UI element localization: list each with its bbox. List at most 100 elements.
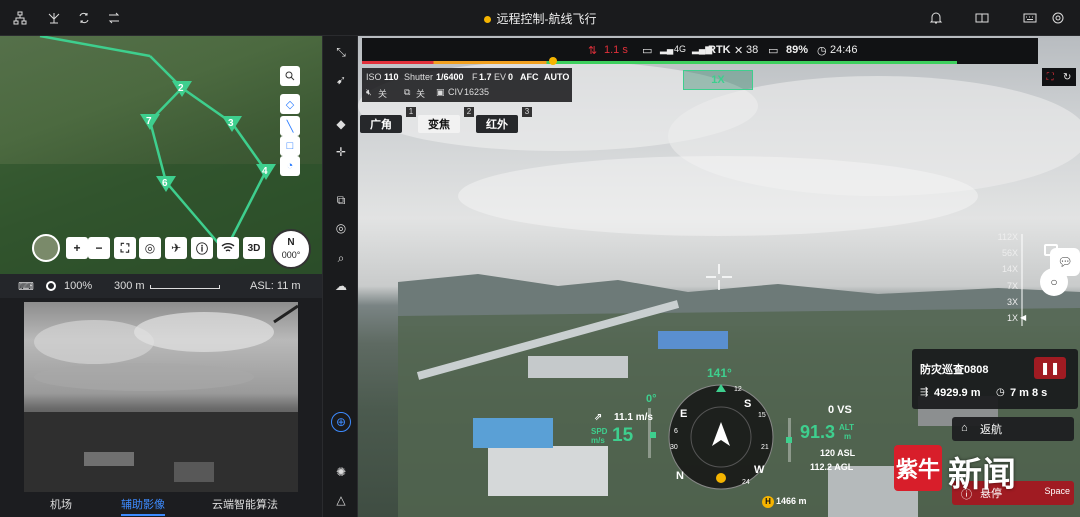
flight-progress — [362, 61, 957, 64]
rtk-count: 38 — [746, 44, 759, 56]
line-tool-icon[interactable]: ╲ — [280, 116, 300, 136]
ar-icon[interactable]: ⊕ — [331, 412, 351, 432]
top-bar: 远程控制-航线飞行 — [0, 0, 1080, 36]
lens-wide-button[interactable]: 广角 — [360, 115, 402, 133]
left-panel: 2 3 7 6 4 ◇ ╲ □ ◔ + − ⛶ ◎ ✈ ⓘ 3D N 000° … — [0, 36, 322, 517]
keyboard-icon[interactable] — [1020, 8, 1040, 28]
map-scale: 300 m — [114, 280, 145, 292]
ai-detect-icon[interactable]: ⧉ — [331, 190, 351, 210]
wind-icon: ⇗ — [594, 412, 603, 423]
bell-icon[interactable] — [926, 8, 946, 28]
title-text: 远程控制-航线飞行 — [496, 12, 597, 26]
home-marker-icon — [549, 57, 557, 65]
record-icon[interactable]: ⛶ — [1047, 72, 1054, 83]
altitude: 91.3 — [800, 422, 836, 442]
wifi-icon[interactable] — [217, 237, 239, 259]
watermark-text: 新闻 — [948, 455, 1016, 495]
pin-tool-icon[interactable]: ◇ — [280, 94, 300, 114]
view-3d-button[interactable]: 3D — [243, 237, 265, 259]
map-compass[interactable]: N 000° — [271, 229, 311, 269]
map-view[interactable]: 2 3 7 6 4 ◇ ╲ □ ◔ + − ⛶ ◎ ✈ ⓘ 3D N 000° — [0, 36, 322, 274]
layout-icon[interactable] — [972, 8, 992, 28]
tool-strip: ⤡ ➹ ◆ ✛ ⧉ ◎ ⌕ ☁ ⊕ ✺ △ — [322, 36, 358, 517]
mission-eta: 7 m 8 s — [1010, 387, 1048, 399]
pause-icon[interactable]: ❚❚ — [1034, 357, 1066, 379]
main-camera-view[interactable]: ⇅ 1.1 s ▭ ▂▄ 4G ▂▄▆ RTK ✕ 38 ▭ 89% ◷ 24:… — [358, 36, 1080, 517]
gimbal-pitch: 0° — [646, 393, 657, 405]
news-watermark: 紫牛 新闻 — [894, 445, 1074, 495]
settings-icon[interactable] — [1048, 8, 1068, 28]
alt-label: ALT — [839, 423, 854, 432]
refresh-icon[interactable]: ↻ — [1063, 72, 1071, 83]
chat-icon[interactable]: 💬︎ — [1050, 248, 1080, 276]
signal-bars-icon: ▂▄ — [660, 44, 674, 54]
return-home-label: 返航 — [980, 424, 1002, 436]
snapshot-icon: ⧉ — [404, 87, 411, 97]
ai-track-icon[interactable]: ➹ — [331, 70, 351, 90]
zoom-tick[interactable]: 14X — [988, 264, 1018, 274]
zoom-tick[interactable]: 56X — [988, 248, 1018, 258]
map-search-icon[interactable] — [280, 66, 300, 86]
zoom-pointer-icon[interactable]: ◀ — [1020, 313, 1026, 322]
altitude-indicator — [786, 437, 792, 443]
fit-view-icon[interactable]: ⛶ — [114, 237, 136, 259]
tab-aux-image[interactable]: 辅助影像 — [121, 496, 165, 516]
shutter-value: 1/6400 — [436, 72, 464, 82]
lens-ir-hotkey: 3 — [522, 107, 532, 117]
pin-icon[interactable]: ◆ — [331, 114, 351, 134]
shutter-label: Shutter — [404, 72, 434, 82]
map-asl: ASL: 11 m — [250, 280, 301, 292]
mute-icon: 🔇︎ — [366, 87, 372, 97]
zoom-out-button[interactable]: − — [88, 237, 110, 259]
flight-time: 24:46 — [830, 44, 858, 56]
tab-cloud-ai[interactable]: 云端智能算法 — [212, 496, 278, 512]
home-icon: H — [762, 496, 774, 508]
waypoint-label: 3 — [228, 118, 234, 129]
exposure-mode: AUTO — [544, 72, 570, 82]
home-distance: 1466 m — [776, 496, 807, 506]
return-icon: ⌂ — [961, 422, 968, 434]
focus-mode: AFC — [520, 72, 539, 82]
zoom-tick[interactable]: 7X — [988, 281, 1018, 291]
mission-card[interactable]: 防灾巡查0808 ❚❚ ⇶ 4929.9 m ◷ 7 m 8 s — [912, 349, 1078, 409]
wind-speed: 11.1 m/s — [614, 412, 653, 423]
timer-icon: ◷ — [996, 387, 1005, 398]
target-icon[interactable]: ◎ — [331, 218, 351, 238]
area-tool-icon[interactable]: □ — [280, 136, 300, 156]
return-home-button[interactable]: ⌂ 返航 — [952, 417, 1074, 441]
delay-icon: ⇅ — [588, 45, 598, 57]
zoom-level-badge[interactable]: 1X — [683, 70, 753, 90]
avatar[interactable] — [32, 234, 60, 262]
lens-zoom-button[interactable]: 变焦 — [418, 115, 460, 133]
expand-icon[interactable]: ⤡ — [331, 42, 351, 62]
tab-airport[interactable]: 机场 — [50, 496, 72, 512]
zoom-tick[interactable]: 1X — [988, 313, 1018, 323]
iso-label: ISO — [366, 72, 382, 82]
mission-distance: 4929.9 m — [934, 387, 981, 399]
aircraft-icon[interactable]: ✈ — [165, 237, 187, 259]
auxiliary-feed[interactable] — [24, 302, 298, 492]
circle-tool-icon[interactable]: ◔ — [280, 156, 300, 176]
locate-icon[interactable]: ◎ — [139, 237, 161, 259]
cloud-icon[interactable]: ☁ — [331, 276, 351, 296]
horizontal-speed: 15 — [612, 425, 634, 446]
light-icon[interactable]: ✺ — [331, 462, 351, 482]
info-icon[interactable]: ⓘ — [191, 237, 213, 259]
zoom-tick[interactable]: 112X — [988, 232, 1018, 242]
clock-icon: ◷ — [817, 45, 827, 57]
alt-unit: m — [844, 432, 852, 441]
waypoint-label: 4 — [262, 166, 268, 177]
battery-icon: ▭ — [768, 45, 779, 57]
scale-bar — [150, 285, 220, 289]
lens-ir-button[interactable]: 红外 — [476, 115, 518, 133]
camera-params: ISO 110 Shutter 1/6400 F 1.7 EV 0 AFC AU… — [362, 68, 572, 102]
zoom-ring-icon — [46, 281, 56, 291]
agl-value: 112.2 AGL — [810, 462, 854, 472]
view-toggle[interactable]: ⛶ ↻ — [1042, 68, 1076, 86]
zoom-in-button[interactable]: + — [66, 237, 88, 259]
search-zoom-icon[interactable]: ⌕ — [331, 248, 351, 268]
keyboard-mini-icon[interactable]: ⌨ — [18, 280, 34, 293]
zoom-tick[interactable]: 3X — [988, 297, 1018, 307]
crosshair-target-icon[interactable]: ✛ — [331, 142, 351, 162]
measure-icon[interactable]: △ — [331, 490, 351, 510]
